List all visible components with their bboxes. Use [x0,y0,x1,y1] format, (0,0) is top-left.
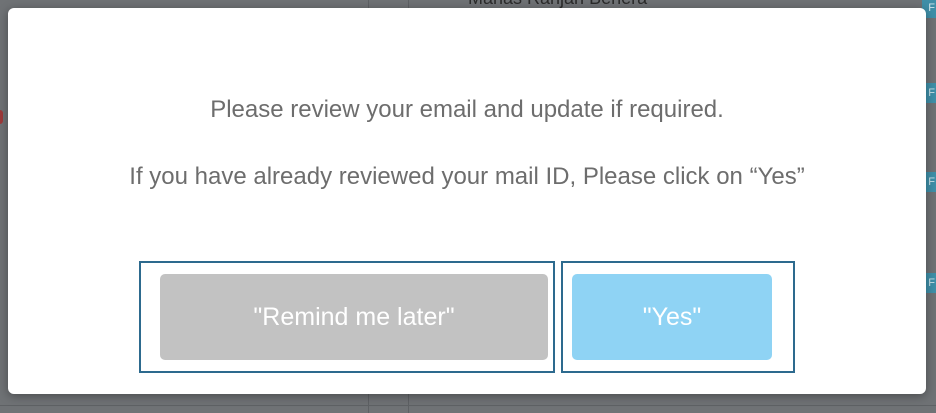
dialog-message-review: Please review your email and update if r… [210,96,724,123]
email-review-dialog: Please review your email and update if r… [8,8,926,394]
remind-me-later-button[interactable]: "Remind me later" [160,274,548,360]
background-divider [0,405,936,406]
dialog-message-confirm: If you have already reviewed your mail I… [129,163,805,190]
yes-button[interactable]: "Yes" [572,274,772,360]
background-marker [0,110,3,124]
